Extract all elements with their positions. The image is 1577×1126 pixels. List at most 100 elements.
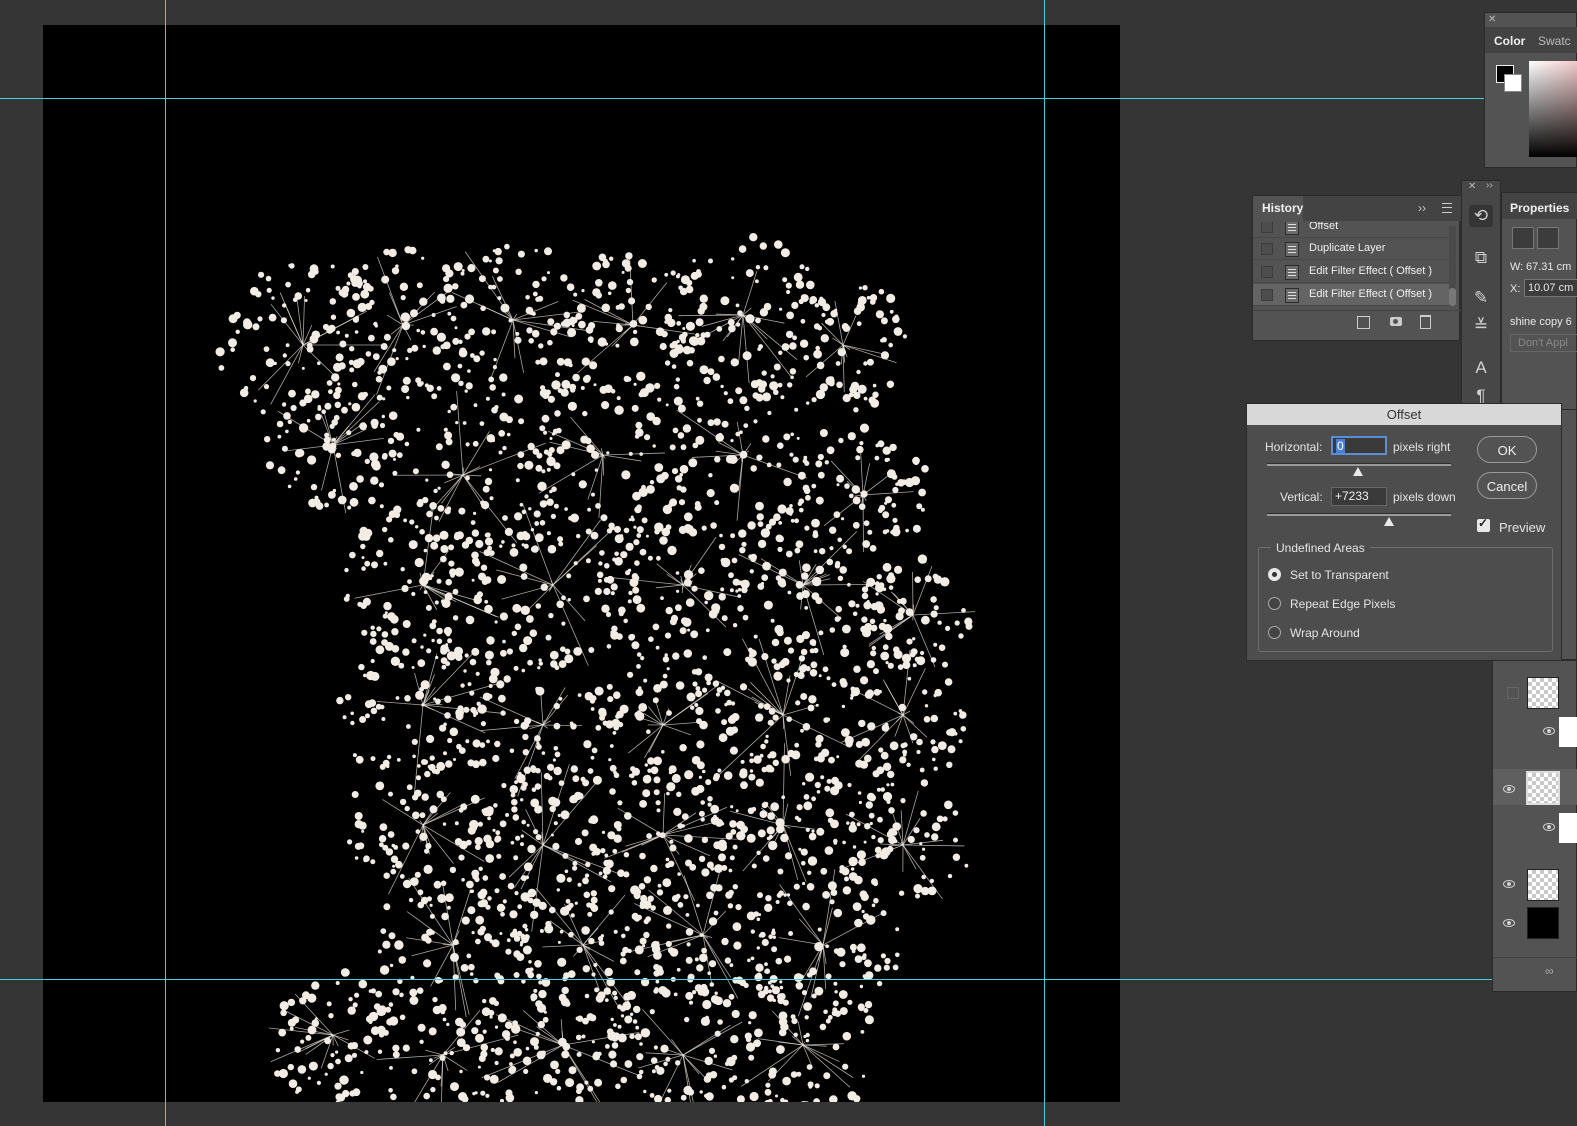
layers-footer-divider: [1493, 957, 1577, 958]
flower-cluster: [860, 554, 976, 670]
flower-cluster: [718, 504, 886, 673]
flower-cluster: [264, 373, 405, 514]
guide-horizontal-bottom[interactable]: [0, 979, 1492, 980]
flower-cluster: [696, 628, 866, 800]
smart-object-icon[interactable]: [1512, 227, 1534, 249]
tab-swatches[interactable]: Swatc: [1538, 34, 1571, 48]
repeat-edge-pixels-radio[interactable]: [1268, 597, 1281, 610]
background-layer-thumbnail[interactable]: [1527, 907, 1559, 939]
history-item-label: Duplicate Layer: [1309, 242, 1386, 254]
flower-cluster: [328, 246, 475, 401]
history-panel: History ›› Offset Duplicate Layer Edit F…: [1252, 195, 1461, 341]
undefined-areas-label: Undefined Areas: [1271, 541, 1370, 555]
collapse-icon[interactable]: ››: [1486, 180, 1493, 191]
dont-apply-button[interactable]: Don't Appl: [1510, 334, 1577, 352]
horizontal-unit: pixels right: [1393, 440, 1451, 454]
horizontal-value: 0: [1336, 439, 1345, 453]
brush-icon[interactable]: ✎: [1469, 287, 1493, 309]
flower-cluster: [754, 867, 900, 1024]
history-state-icon: [1285, 222, 1299, 235]
set-to-transparent-radio[interactable]: [1268, 568, 1281, 581]
mask-icon[interactable]: [1537, 227, 1559, 249]
guide-vertical-left[interactable]: [165, 0, 166, 1126]
wrap-around-label[interactable]: Wrap Around: [1290, 626, 1360, 640]
vertical-slider-track[interactable]: [1267, 513, 1451, 516]
eye-icon[interactable]: [1543, 823, 1555, 831]
width-value[interactable]: 67.31 cm: [1526, 261, 1571, 273]
vertical-unit: pixels down: [1393, 490, 1456, 504]
eye-icon[interactable]: [1503, 919, 1515, 927]
document-canvas[interactable]: [43, 25, 1120, 1102]
horizontal-slider-track[interactable]: [1267, 463, 1451, 466]
tab-properties[interactable]: Properties: [1510, 201, 1569, 215]
panel-menu-icon[interactable]: [1442, 203, 1452, 213]
layer-thumbnail[interactable]: [1527, 869, 1559, 901]
background-color-swatch[interactable]: [1504, 74, 1522, 92]
eye-icon[interactable]: [1543, 727, 1555, 735]
vertical-slider-thumb[interactable]: [1384, 517, 1394, 526]
history-checkbox[interactable]: [1261, 243, 1273, 255]
history-checkbox[interactable]: [1261, 222, 1273, 233]
panel-icon-strip: ✕ ›› ⟲ ⧉ ✎ ≚ A ¶: [1461, 180, 1501, 410]
x-label: X:: [1510, 283, 1521, 295]
history-checkbox[interactable]: [1261, 289, 1273, 301]
wrap-around-radio[interactable]: [1268, 626, 1281, 639]
history-item-active[interactable]: Edit Filter Effect ( Offset ): [1253, 284, 1449, 306]
vertical-input[interactable]: +7233: [1331, 487, 1387, 506]
layer-name: shine copy 6: [1510, 316, 1572, 328]
character-icon[interactable]: A: [1469, 357, 1493, 379]
flower-cluster: [669, 374, 829, 538]
brush-settings-icon[interactable]: ≚: [1469, 315, 1493, 337]
guide-vertical-right[interactable]: [1044, 0, 1045, 1126]
preview-checkbox[interactable]: [1477, 516, 1490, 532]
eye-icon[interactable]: [1503, 785, 1515, 793]
close-icon[interactable]: ✕: [1488, 14, 1496, 25]
trash-icon[interactable]: [1420, 315, 1431, 329]
flower-cluster: [797, 423, 929, 555]
horizontal-slider-thumb[interactable]: [1353, 467, 1363, 476]
set-to-transparent-label[interactable]: Set to Transparent: [1290, 568, 1389, 582]
flower-artwork: [215, 233, 976, 1102]
layer-thumbnail[interactable]: [1527, 677, 1559, 709]
history-state-icon: [1285, 242, 1299, 257]
history-scrollbar[interactable]: [1449, 226, 1456, 306]
flower-cluster: [833, 779, 969, 904]
horizontal-label: Horizontal:: [1265, 440, 1323, 454]
expand-icon[interactable]: ››: [1418, 201, 1426, 215]
history-item[interactable]: Edit Filter Effect ( Offset ): [1253, 261, 1449, 283]
cancel-button[interactable]: Cancel: [1477, 472, 1537, 499]
close-icon[interactable]: ✕: [1468, 181, 1476, 192]
offset-dialog: Offset Horizontal: 0 pixels right Vertic…: [1246, 403, 1562, 661]
link-icon[interactable]: ∞: [1545, 964, 1554, 978]
layer-thumbnail[interactable]: [1526, 771, 1560, 805]
layer-visibility-toggle[interactable]: [1507, 687, 1519, 699]
dialog-title[interactable]: Offset: [1247, 404, 1561, 425]
flower-cluster: [532, 373, 685, 539]
color-picker-field[interactable]: [1529, 61, 1577, 157]
color-panel: ✕ Color Swatc: [1484, 12, 1577, 168]
properties-panel: Properties W: 67.31 cm X: 10.07 cm shine…: [1501, 192, 1577, 410]
eye-icon[interactable]: [1503, 880, 1515, 888]
tab-history[interactable]: History: [1253, 196, 1303, 221]
filter-mask-thumbnail[interactable]: [1559, 717, 1577, 747]
history-state-icon: [1285, 288, 1299, 303]
history-item[interactable]: Offset: [1253, 222, 1449, 238]
history-item[interactable]: Duplicate Layer: [1253, 238, 1449, 260]
x-field[interactable]: 10.07 cm: [1524, 279, 1577, 297]
filter-mask-thumbnail[interactable]: [1559, 813, 1577, 843]
history-panel-icon[interactable]: ⟲: [1469, 205, 1493, 227]
guide-horizontal-top[interactable]: [0, 98, 1484, 99]
horizontal-input[interactable]: 0: [1331, 436, 1387, 455]
flower-cluster: [343, 496, 499, 669]
history-checkbox[interactable]: [1261, 266, 1273, 278]
snapshot-icon[interactable]: [1390, 317, 1402, 326]
history-item-label: Edit Filter Effect ( Offset ): [1309, 288, 1433, 300]
ok-button[interactable]: OK: [1477, 436, 1537, 463]
flower-cluster: [840, 646, 967, 779]
preview-label: Preview: [1499, 520, 1546, 535]
new-document-icon[interactable]: [1357, 316, 1370, 329]
repeat-edge-pixels-label[interactable]: Repeat Edge Pixels: [1290, 597, 1395, 611]
clone-source-icon[interactable]: ⧉: [1469, 247, 1493, 269]
tab-color[interactable]: Color: [1494, 34, 1525, 48]
history-list: Offset Duplicate Layer Edit Filter Effec…: [1253, 222, 1449, 310]
